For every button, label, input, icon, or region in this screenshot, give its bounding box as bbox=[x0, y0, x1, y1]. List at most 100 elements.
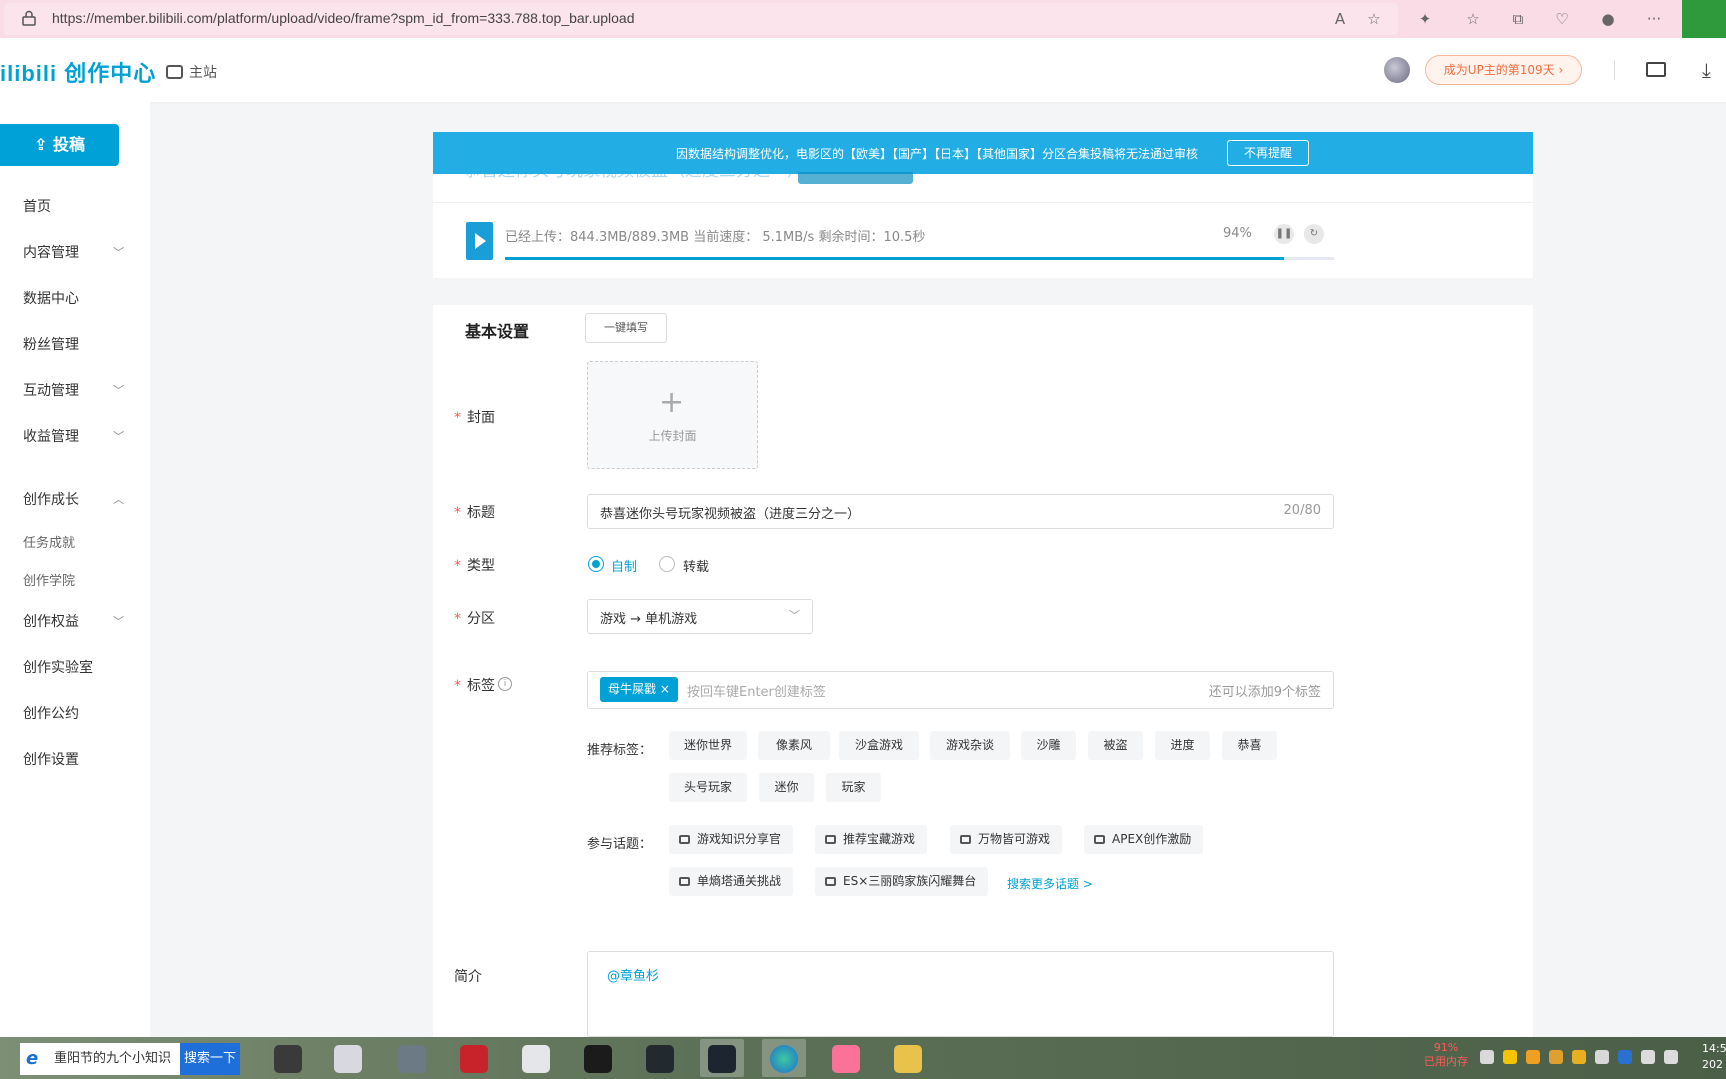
recommended-tag[interactable]: 沙盒游戏 bbox=[839, 731, 919, 760]
volume-icon[interactable] bbox=[1664, 1050, 1678, 1064]
sidebar-item-academy[interactable]: 创作学院 bbox=[23, 570, 75, 589]
tray-app-icon[interactable] bbox=[1549, 1050, 1563, 1064]
sidebar-item-income[interactable]: 收益管理 bbox=[23, 426, 79, 446]
pause-icon[interactable]: ❚❚ bbox=[1274, 224, 1294, 244]
recommended-tag[interactable]: 沙雕 bbox=[1021, 731, 1076, 760]
recommended-tag[interactable]: 恭喜 bbox=[1222, 731, 1277, 760]
tags-input[interactable]: 母牛屎戳 × 按回车键Enter创建标签 还可以添加9个标签 bbox=[587, 671, 1334, 709]
more-icon[interactable]: ··· bbox=[1644, 9, 1664, 29]
type-repost-radio[interactable] bbox=[659, 556, 675, 572]
chevron-down-icon: ﹀ bbox=[113, 615, 124, 628]
upload-button[interactable]: ⇪ 投稿 bbox=[0, 124, 119, 166]
sidebar-item-lab[interactable]: 创作实验室 bbox=[23, 657, 93, 677]
capcut-active-icon[interactable] bbox=[700, 1039, 744, 1077]
mail-icon[interactable] bbox=[1646, 62, 1666, 77]
recommended-tag[interactable]: 迷你 bbox=[759, 773, 814, 802]
main-site-label: 主站 bbox=[189, 65, 217, 81]
cover-upload-box[interactable]: + 上传封面 bbox=[587, 361, 758, 469]
recommended-tag[interactable]: 玩家 bbox=[826, 773, 881, 802]
profile-icon[interactable]: ● bbox=[1598, 9, 1618, 29]
clock[interactable]: 14:5 202 bbox=[1702, 1041, 1726, 1073]
clock-time: 14:5 bbox=[1702, 1042, 1726, 1055]
bilibili-tray-icon[interactable] bbox=[1480, 1050, 1494, 1064]
description-input[interactable]: @章鱼杉 bbox=[587, 951, 1334, 1037]
tray-app-icon[interactable] bbox=[1503, 1050, 1517, 1064]
taskbar-search-input[interactable]: e 重阳节的九个小知识 bbox=[20, 1043, 180, 1075]
chevron-down-icon: ﹀ bbox=[113, 246, 124, 259]
ox-app-icon[interactable] bbox=[576, 1039, 620, 1077]
download-icon[interactable]: ⤓ bbox=[1702, 58, 1711, 82]
browser-essentials-icon[interactable]: ♡ bbox=[1552, 9, 1572, 29]
description-label: 简介 bbox=[454, 969, 482, 985]
window-app-icon[interactable] bbox=[514, 1039, 558, 1077]
recommended-tag[interactable]: 头号玩家 bbox=[669, 773, 747, 802]
favorites-icon[interactable]: ☆ bbox=[1463, 9, 1483, 29]
tag-chip[interactable]: 母牛屎戳 × bbox=[600, 677, 678, 702]
capcut-icon[interactable] bbox=[638, 1039, 682, 1077]
add-favorite-icon[interactable]: ☆ bbox=[1364, 9, 1384, 29]
tv-icon bbox=[825, 877, 836, 886]
topic-label: 万物皆可游戏 bbox=[978, 832, 1051, 846]
sidebar-item-interaction[interactable]: 互动管理 bbox=[23, 380, 79, 400]
divider bbox=[433, 202, 1533, 203]
tray-app-icon[interactable] bbox=[1618, 1050, 1632, 1064]
logo[interactable]: ilibili 创作中心 bbox=[0, 56, 156, 88]
extensions-icon[interactable]: ✦ bbox=[1415, 9, 1435, 29]
autofill-button[interactable]: 一键填写 bbox=[585, 313, 667, 343]
up-days-badge[interactable]: 成为UP主的第109天 › bbox=[1425, 55, 1582, 85]
category-select[interactable]: 游戏 → 单机游戏 ﹀ bbox=[587, 599, 813, 634]
sidebar-item-growth[interactable]: 创作成长 bbox=[23, 489, 79, 509]
upload-progress-fill bbox=[505, 257, 1285, 260]
recommended-tags-label: 推荐标签： bbox=[587, 743, 653, 758]
read-aloud-icon[interactable]: A bbox=[1330, 9, 1350, 29]
among-us-icon[interactable] bbox=[452, 1039, 496, 1077]
sidebar-item-rights[interactable]: 创作权益 bbox=[23, 611, 79, 631]
topic-item[interactable]: 万物皆可游戏 bbox=[950, 825, 1063, 854]
sidebar-item-content[interactable]: 内容管理 bbox=[23, 242, 79, 262]
chevron-down-icon: ﹀ bbox=[789, 609, 800, 622]
sidebar-item-convention[interactable]: 创作公约 bbox=[23, 703, 79, 723]
topic-item[interactable]: ES×三丽鸥家族闪耀舞台 bbox=[815, 867, 989, 896]
media-app-icon[interactable] bbox=[390, 1039, 434, 1077]
dismiss-notice-button[interactable]: 不再提醒 bbox=[1227, 140, 1309, 166]
collections-icon[interactable]: ⧉ bbox=[1508, 9, 1528, 29]
retry-icon[interactable]: ↻ bbox=[1304, 224, 1324, 244]
recommended-tag[interactable]: 进度 bbox=[1155, 731, 1210, 760]
recommended-tag[interactable]: 迷你世界 bbox=[669, 731, 747, 760]
tray-app-icon[interactable] bbox=[1572, 1050, 1586, 1064]
info-icon[interactable]: i bbox=[498, 677, 512, 691]
recommended-tag[interactable]: 像素风 bbox=[758, 731, 830, 760]
topic-label: 单熵塔通关挑战 bbox=[697, 874, 782, 888]
section-title: 基本设置 bbox=[465, 322, 530, 341]
sidebar-item-fans[interactable]: 粉丝管理 bbox=[23, 334, 79, 354]
sidebar-item-tasks[interactable]: 任务成就 bbox=[23, 532, 75, 551]
avatar[interactable] bbox=[1384, 57, 1410, 83]
topic-item[interactable]: 游戏知识分享官 bbox=[669, 825, 794, 854]
recommended-tag[interactable]: 游戏杂谈 bbox=[930, 731, 1010, 760]
sidebar-item-data[interactable]: 数据中心 bbox=[23, 288, 79, 308]
snipping-tool-icon[interactable] bbox=[326, 1039, 370, 1077]
recommended-tag[interactable]: 被盗 bbox=[1088, 731, 1143, 760]
type-original-label[interactable]: 自制 bbox=[611, 556, 637, 575]
url-text[interactable]: https://member.bilibili.com/platform/upl… bbox=[52, 10, 635, 26]
edge-icon[interactable] bbox=[762, 1039, 806, 1077]
type-repost-label[interactable]: 转载 bbox=[683, 556, 709, 575]
lock-icon bbox=[22, 10, 36, 26]
taskbar-search-button[interactable]: 搜索一下 bbox=[180, 1043, 240, 1075]
video-editor-icon[interactable] bbox=[266, 1039, 310, 1077]
bilibili-icon[interactable] bbox=[824, 1039, 868, 1077]
type-original-radio[interactable] bbox=[588, 556, 604, 572]
tray-app-icon[interactable] bbox=[1526, 1050, 1540, 1064]
shield-icon[interactable] bbox=[1595, 1050, 1609, 1064]
sidebar-item-home[interactable]: 首页 bbox=[23, 196, 51, 216]
file-explorer-icon[interactable] bbox=[886, 1039, 930, 1077]
network-icon[interactable] bbox=[1641, 1050, 1655, 1064]
main-site-link[interactable]: 主站 bbox=[166, 62, 217, 82]
category-label: * 分区 bbox=[454, 611, 495, 627]
sidebar-item-settings[interactable]: 创作设置 bbox=[23, 749, 79, 769]
topic-item[interactable]: 单熵塔通关挑战 bbox=[669, 867, 794, 896]
title-input[interactable]: 恭喜迷你头号玩家视频被盗（进度三分之一） 20/80 bbox=[587, 494, 1334, 529]
topic-item[interactable]: APEX创作激励 bbox=[1084, 825, 1204, 854]
more-topics-link[interactable]: 搜索更多话题 > bbox=[1007, 875, 1093, 892]
topic-item[interactable]: 推荐宝藏游戏 bbox=[815, 825, 928, 854]
